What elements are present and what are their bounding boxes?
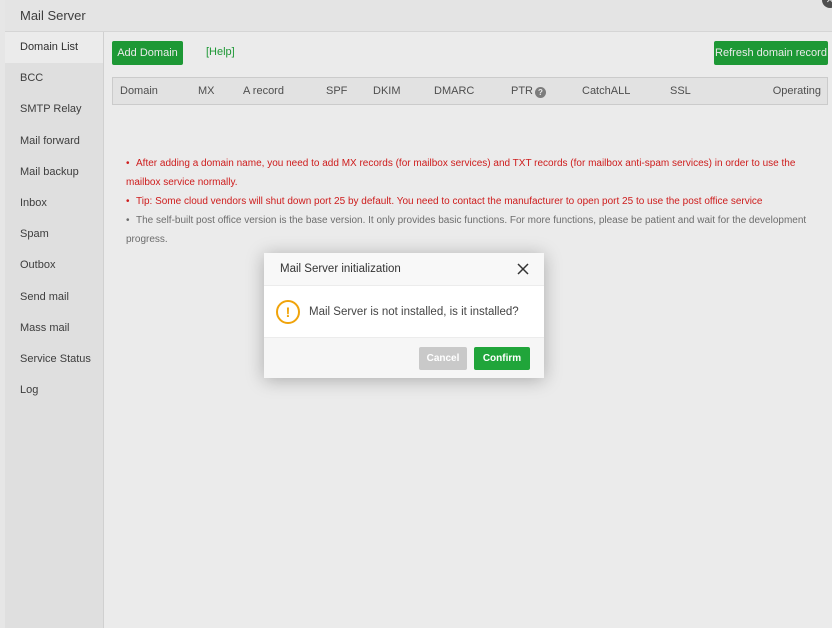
dialog-message: Mail Server is not installed, is it inst… xyxy=(309,305,519,318)
dialog-title: Mail Server initialization xyxy=(280,263,401,275)
warning-icon: ! xyxy=(276,299,300,324)
dialog-footer: Cancel Confirm xyxy=(264,337,544,378)
dialog-body: ! Mail Server is not installed, is it in… xyxy=(264,286,544,337)
mail-server-init-dialog: Mail Server initialization ! Mail Server… xyxy=(264,253,544,378)
dialog-close-icon[interactable] xyxy=(516,262,530,276)
cancel-button[interactable]: Cancel xyxy=(419,347,467,370)
dialog-header: Mail Server initialization xyxy=(264,253,544,286)
confirm-button[interactable]: Confirm xyxy=(474,347,530,370)
